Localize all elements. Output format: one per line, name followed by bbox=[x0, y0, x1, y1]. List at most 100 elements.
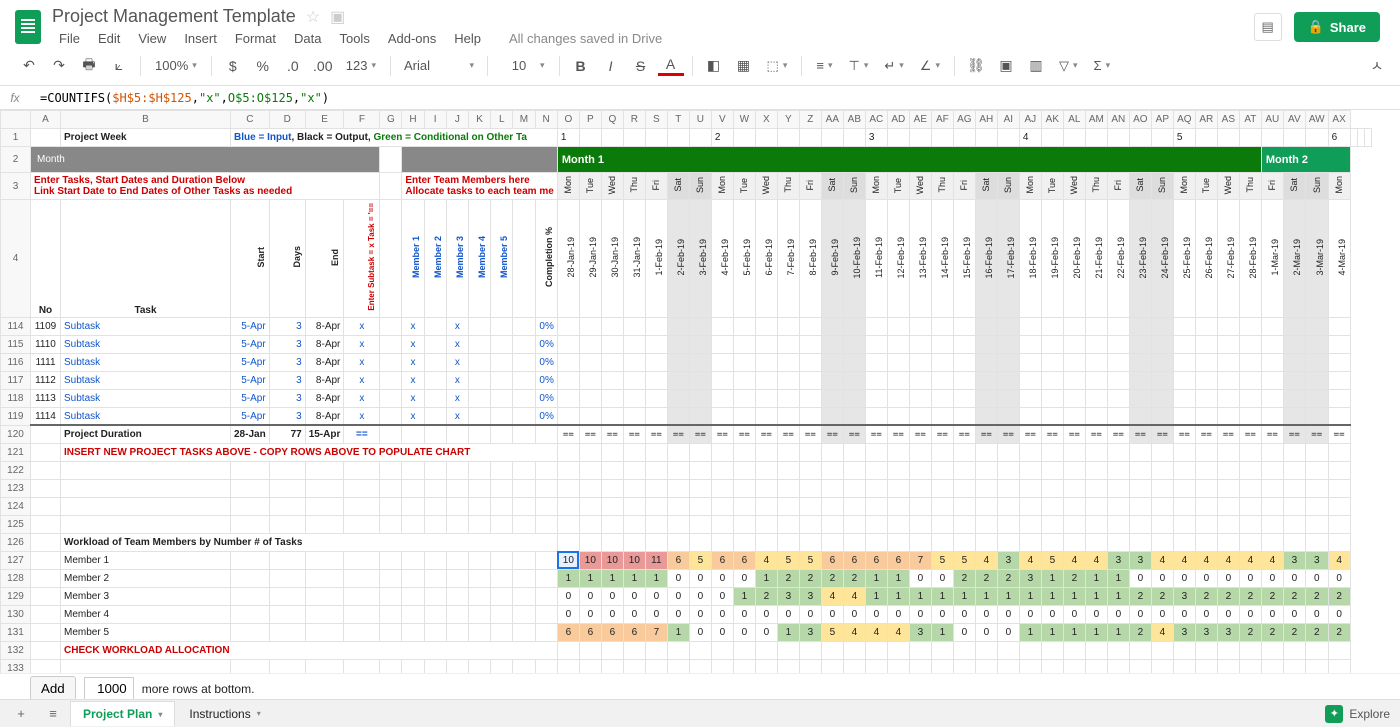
cell[interactable]: 8-Apr bbox=[305, 335, 344, 353]
borders-button[interactable]: ▦ bbox=[731, 54, 757, 78]
row-header[interactable]: 126 bbox=[1, 533, 31, 551]
cell[interactable]: 2 bbox=[1239, 587, 1261, 605]
cell[interactable] bbox=[755, 533, 777, 551]
cell[interactable] bbox=[623, 443, 645, 461]
cell[interactable] bbox=[1328, 461, 1350, 479]
cell[interactable] bbox=[601, 389, 623, 407]
cell[interactable]: 3 bbox=[1173, 587, 1195, 605]
cell[interactable]: 1114 bbox=[31, 407, 61, 425]
cell[interactable] bbox=[1350, 129, 1357, 147]
cell[interactable] bbox=[1107, 335, 1129, 353]
row-header[interactable]: 2 bbox=[1, 147, 31, 173]
cell[interactable] bbox=[777, 389, 799, 407]
explore-button[interactable]: ✦ Explore bbox=[1325, 705, 1390, 723]
cell[interactable]: 8-Apr bbox=[305, 407, 344, 425]
cell[interactable] bbox=[667, 353, 689, 371]
cell[interactable]: 4 bbox=[1239, 551, 1261, 569]
cell[interactable] bbox=[1107, 129, 1129, 147]
cell[interactable]: 18-Feb-19 bbox=[1019, 200, 1041, 318]
cell[interactable] bbox=[231, 605, 270, 623]
cell[interactable] bbox=[667, 407, 689, 425]
cell[interactable]: 0 bbox=[843, 605, 865, 623]
cell[interactable] bbox=[909, 371, 931, 389]
cell[interactable]: 0 bbox=[755, 605, 777, 623]
cell[interactable] bbox=[887, 317, 909, 335]
cell[interactable] bbox=[777, 515, 799, 533]
cell[interactable] bbox=[1063, 461, 1085, 479]
cell[interactable]: 3 bbox=[1305, 551, 1328, 569]
cell[interactable] bbox=[1151, 515, 1173, 533]
cell[interactable] bbox=[468, 587, 490, 605]
cell[interactable] bbox=[1107, 443, 1129, 461]
cell[interactable] bbox=[733, 641, 755, 659]
comment-insert-button[interactable]: ▣ bbox=[993, 54, 1019, 78]
cell[interactable]: 4 bbox=[1019, 129, 1041, 147]
cell[interactable] bbox=[468, 353, 490, 371]
cell[interactable] bbox=[1041, 461, 1063, 479]
cell[interactable]: 0 bbox=[1261, 605, 1283, 623]
cell[interactable] bbox=[821, 641, 843, 659]
cell[interactable]: == bbox=[1151, 425, 1173, 443]
cell[interactable]: == bbox=[1328, 425, 1350, 443]
cell[interactable] bbox=[1085, 335, 1107, 353]
cell[interactable] bbox=[997, 353, 1019, 371]
cell[interactable]: 1 bbox=[909, 587, 931, 605]
cell[interactable]: 1 bbox=[557, 569, 579, 587]
cell[interactable] bbox=[931, 407, 953, 425]
cell[interactable]: 16-Feb-19 bbox=[975, 200, 997, 318]
cell[interactable] bbox=[1151, 533, 1173, 551]
cell[interactable]: 0 bbox=[909, 605, 931, 623]
cell[interactable] bbox=[1151, 317, 1173, 335]
cell[interactable]: 2 bbox=[1195, 587, 1217, 605]
cell[interactable] bbox=[1129, 515, 1151, 533]
undo-button[interactable]: ↶ bbox=[16, 54, 42, 78]
cell[interactable] bbox=[645, 353, 667, 371]
cell[interactable]: 17-Feb-19 bbox=[997, 200, 1019, 318]
cell[interactable]: 0 bbox=[1173, 605, 1195, 623]
cell[interactable] bbox=[1283, 129, 1305, 147]
cell[interactable]: 3 bbox=[799, 623, 821, 641]
cell[interactable]: 6 bbox=[733, 551, 755, 569]
cell[interactable]: 1113 bbox=[31, 389, 61, 407]
row-header[interactable]: 132 bbox=[1, 641, 31, 659]
cell[interactable] bbox=[344, 605, 380, 623]
cell[interactable] bbox=[1305, 371, 1328, 389]
cell[interactable] bbox=[1173, 443, 1195, 461]
cell[interactable] bbox=[777, 129, 799, 147]
cell[interactable]: Fri bbox=[799, 173, 821, 200]
cell[interactable] bbox=[623, 497, 645, 515]
menu-insert[interactable]: Insert bbox=[177, 29, 224, 48]
cell[interactable] bbox=[865, 371, 887, 389]
cell[interactable] bbox=[468, 317, 490, 335]
sheets-logo[interactable] bbox=[8, 7, 48, 47]
cell[interactable] bbox=[1151, 479, 1173, 497]
cell[interactable] bbox=[468, 515, 490, 533]
cell[interactable]: 3 bbox=[997, 551, 1019, 569]
cell[interactable] bbox=[975, 533, 997, 551]
cell[interactable] bbox=[1305, 317, 1328, 335]
cell[interactable] bbox=[689, 129, 711, 147]
col-header[interactable]: AJ bbox=[1019, 111, 1041, 129]
cell[interactable]: 20-Feb-19 bbox=[1063, 200, 1085, 318]
cell[interactable]: == bbox=[579, 425, 601, 443]
cell[interactable] bbox=[711, 461, 733, 479]
cell[interactable] bbox=[468, 461, 490, 479]
cell[interactable]: 5-Apr bbox=[231, 407, 270, 425]
cell[interactable] bbox=[821, 461, 843, 479]
cell[interactable] bbox=[1217, 129, 1239, 147]
cell[interactable] bbox=[887, 443, 909, 461]
menu-format[interactable]: Format bbox=[228, 29, 283, 48]
col-header[interactable]: F bbox=[344, 111, 380, 129]
row-header[interactable]: 122 bbox=[1, 461, 31, 479]
cell[interactable] bbox=[931, 533, 953, 551]
cell[interactable] bbox=[975, 317, 997, 335]
cell[interactable] bbox=[1151, 497, 1173, 515]
col-header[interactable] bbox=[1, 111, 31, 129]
cell[interactable]: Thu bbox=[931, 173, 953, 200]
cell[interactable] bbox=[711, 497, 733, 515]
cell[interactable]: Tue bbox=[1195, 173, 1217, 200]
cell[interactable]: Task bbox=[61, 200, 231, 318]
cell[interactable] bbox=[1173, 371, 1195, 389]
cell[interactable]: 5-Apr bbox=[231, 371, 270, 389]
col-header[interactable]: AL bbox=[1063, 111, 1085, 129]
